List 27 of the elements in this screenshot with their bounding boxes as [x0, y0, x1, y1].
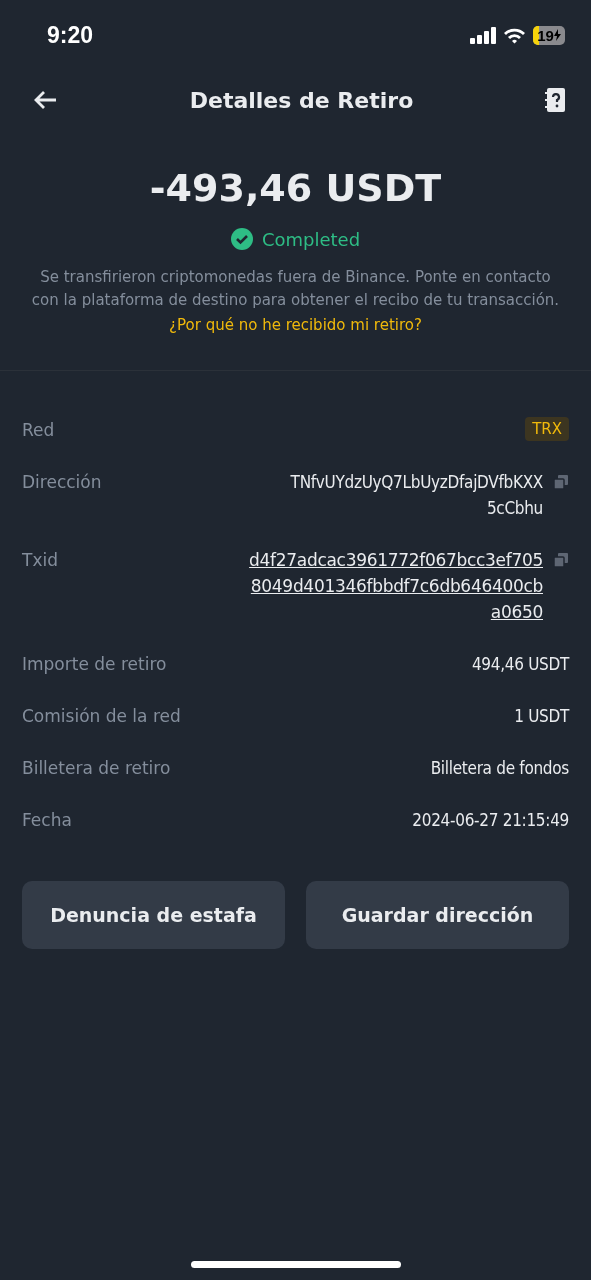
- detail-value: 2024-06-27 21:15:49: [412, 809, 569, 832]
- detail-value: 494,46 USDT: [471, 653, 569, 676]
- detail-label: Red: [22, 419, 55, 442]
- wifi-icon: [503, 26, 526, 44]
- txid-link[interactable]: d4f27adcac3961772f067bcc3ef705 8049d401346fbbdf7c6db646400cb a0650: [249, 547, 543, 625]
- check-circle-icon: [230, 228, 253, 250]
- help-link[interactable]: ¿Por qué no he recibido mi retiro?: [169, 316, 422, 334]
- signal-icon: [470, 26, 496, 44]
- action-button[interactable]: Denuncia de estafa: [22, 881, 285, 949]
- detail-value: TNfvUYdzUyQ7LbUyzDfajDVfbKXX 5cCbhu: [290, 471, 543, 520]
- info-text: Se transfirieron criptomonedas fuera de Binance. Ponte en contacto con la plataforma de destino para obtener el recibo de tu transacción.: [30, 267, 561, 311]
- copy-icon[interactable]: [553, 552, 569, 568]
- detail-value: Billetera de fondos: [430, 757, 569, 780]
- page-title: Detalles de Retiro: [189, 87, 414, 113]
- detail-label: Txid: [22, 549, 58, 572]
- status-time: 9:20: [47, 21, 94, 49]
- detail-label: Billetera de retiro: [22, 757, 171, 780]
- detail-value: 1 USDT: [514, 705, 569, 728]
- withdrawal-amount: -493,46 USDT: [149, 166, 442, 210]
- detail-label: Fecha: [22, 809, 72, 832]
- detail-label: Dirección: [22, 471, 102, 494]
- status-label: Completed: [261, 228, 361, 250]
- network-tag: TRX: [525, 417, 569, 441]
- copy-icon[interactable]: [553, 474, 569, 490]
- detail-label: Importe de retiro: [22, 653, 167, 676]
- detail-label: Comisión de la red: [22, 705, 181, 728]
- action-button[interactable]: Guardar dirección: [306, 881, 569, 949]
